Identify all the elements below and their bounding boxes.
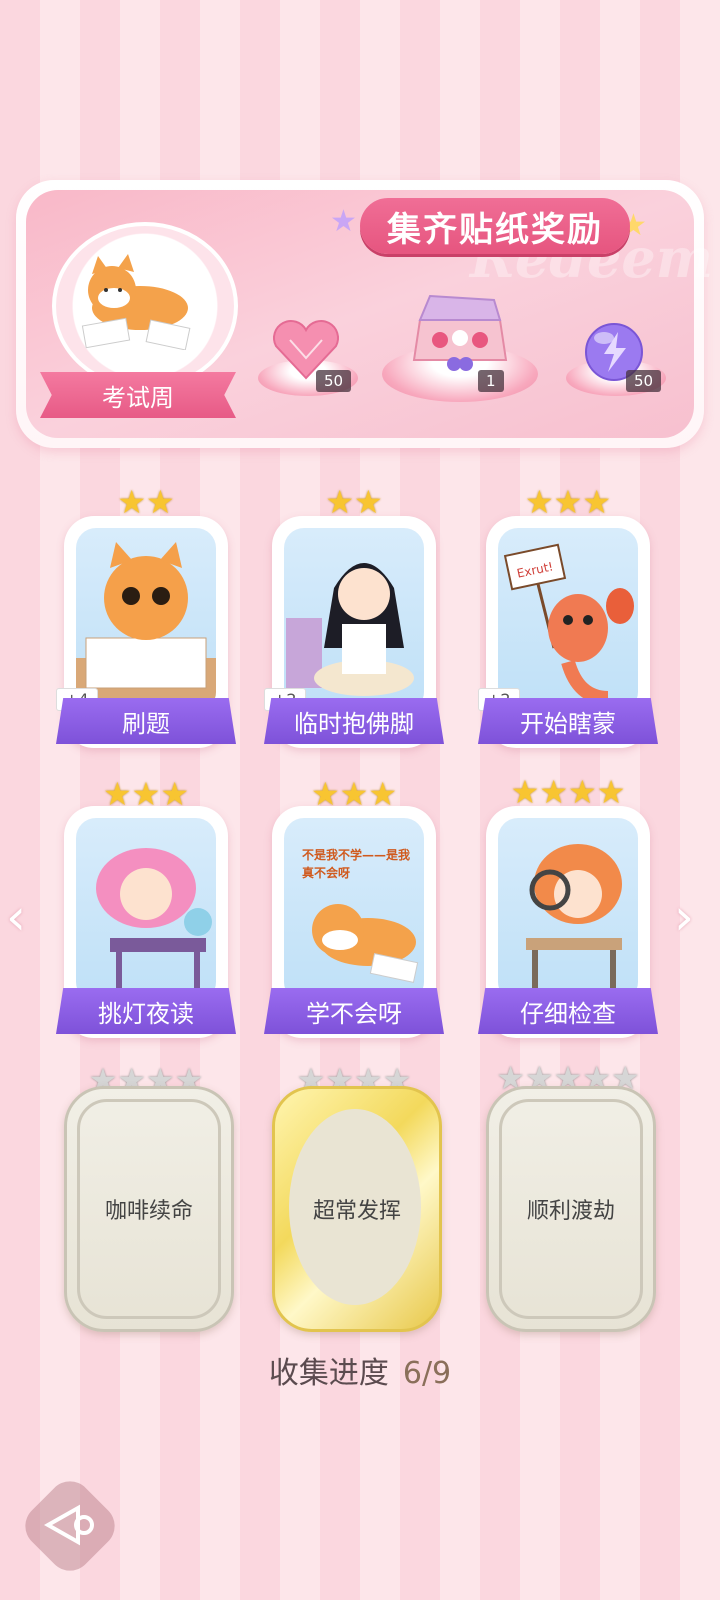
card-2-stars: ★ ★ — [325, 483, 383, 521]
card-5-label: 学不会呀 — [264, 988, 444, 1034]
praying-girl-icon — [286, 563, 414, 696]
card-1-label: 刷题 — [56, 698, 236, 744]
sticker-card-3[interactable]: Exrut! +2 开始瞎蒙 — [478, 516, 658, 748]
reward-count-1: 50 — [316, 370, 352, 392]
sticker-card-6[interactable]: 仔细检查 — [478, 806, 658, 1038]
chevron-right-icon[interactable]: › — [674, 888, 694, 946]
reward-count-3: 50 — [626, 370, 662, 392]
card-7-label: 咖啡续命 — [104, 1199, 193, 1224]
sticker-card-5[interactable]: 不是我不学——是我真不会呀 学不会呀 — [264, 806, 444, 1038]
locked-card-9[interactable]: 顺利渡劫 — [486, 1086, 656, 1332]
reward-count-2: 1 — [478, 370, 504, 392]
banner-title: 集齐贴纸奖励 — [360, 198, 630, 254]
card-3-stars: ★ ★ ★ — [524, 483, 612, 521]
shiba-dog-icon — [81, 254, 191, 350]
card-8-label: 超常发挥 — [312, 1199, 401, 1224]
shrimp-sign-icon: Exrut! — [503, 543, 634, 705]
progress-value: 6/9 — [402, 1356, 452, 1391]
cat-writing-icon — [76, 542, 216, 712]
purple-star-icon: ★ — [330, 204, 357, 239]
card-3-image: Exrut! — [498, 528, 638, 712]
card-9-label: 顺利渡劫 — [526, 1199, 615, 1224]
card-2-image — [284, 528, 424, 712]
locked-card-8[interactable]: 超常发挥 — [272, 1086, 442, 1332]
night-study-girl-icon — [96, 848, 212, 992]
card-6-image — [498, 818, 638, 1002]
event-name-ribbon: 考试周 — [40, 372, 236, 418]
card-1-stars: ★ ★ — [117, 483, 175, 521]
progress-label: 收集进度 — [268, 1356, 389, 1391]
card-4-image — [76, 818, 216, 1002]
chevron-left-icon[interactable]: ‹ — [6, 888, 26, 946]
card-1-image — [76, 528, 216, 712]
magnifier-girl-icon — [526, 844, 622, 988]
card-6-label: 仔细检查 — [478, 988, 658, 1034]
sticker-card-4[interactable]: 挑灯夜读 — [56, 806, 236, 1038]
collection-progress: 收集进度 6/9 — [0, 1348, 720, 1392]
locked-card-7[interactable]: 咖啡续命 — [64, 1086, 234, 1332]
card-5-image: 不是我不学——是我真不会呀 — [284, 818, 424, 1002]
card-6-stars: ★ ★ ★ ★ — [510, 773, 626, 811]
card-2-label: 临时抱佛脚 — [264, 698, 444, 744]
card-5-caption: 不是我不学——是我真不会呀 — [302, 848, 411, 880]
card-4-label: 挑灯夜读 — [56, 988, 236, 1034]
sticker-card-2[interactable]: +2 临时抱佛脚 — [264, 516, 444, 748]
gift-box-icon — [412, 294, 508, 371]
card-3-label: 开始瞎蒙 — [478, 698, 658, 744]
back-arrow-icon — [44, 1504, 94, 1546]
sticker-card-1[interactable]: +4 刷题 — [56, 516, 236, 748]
